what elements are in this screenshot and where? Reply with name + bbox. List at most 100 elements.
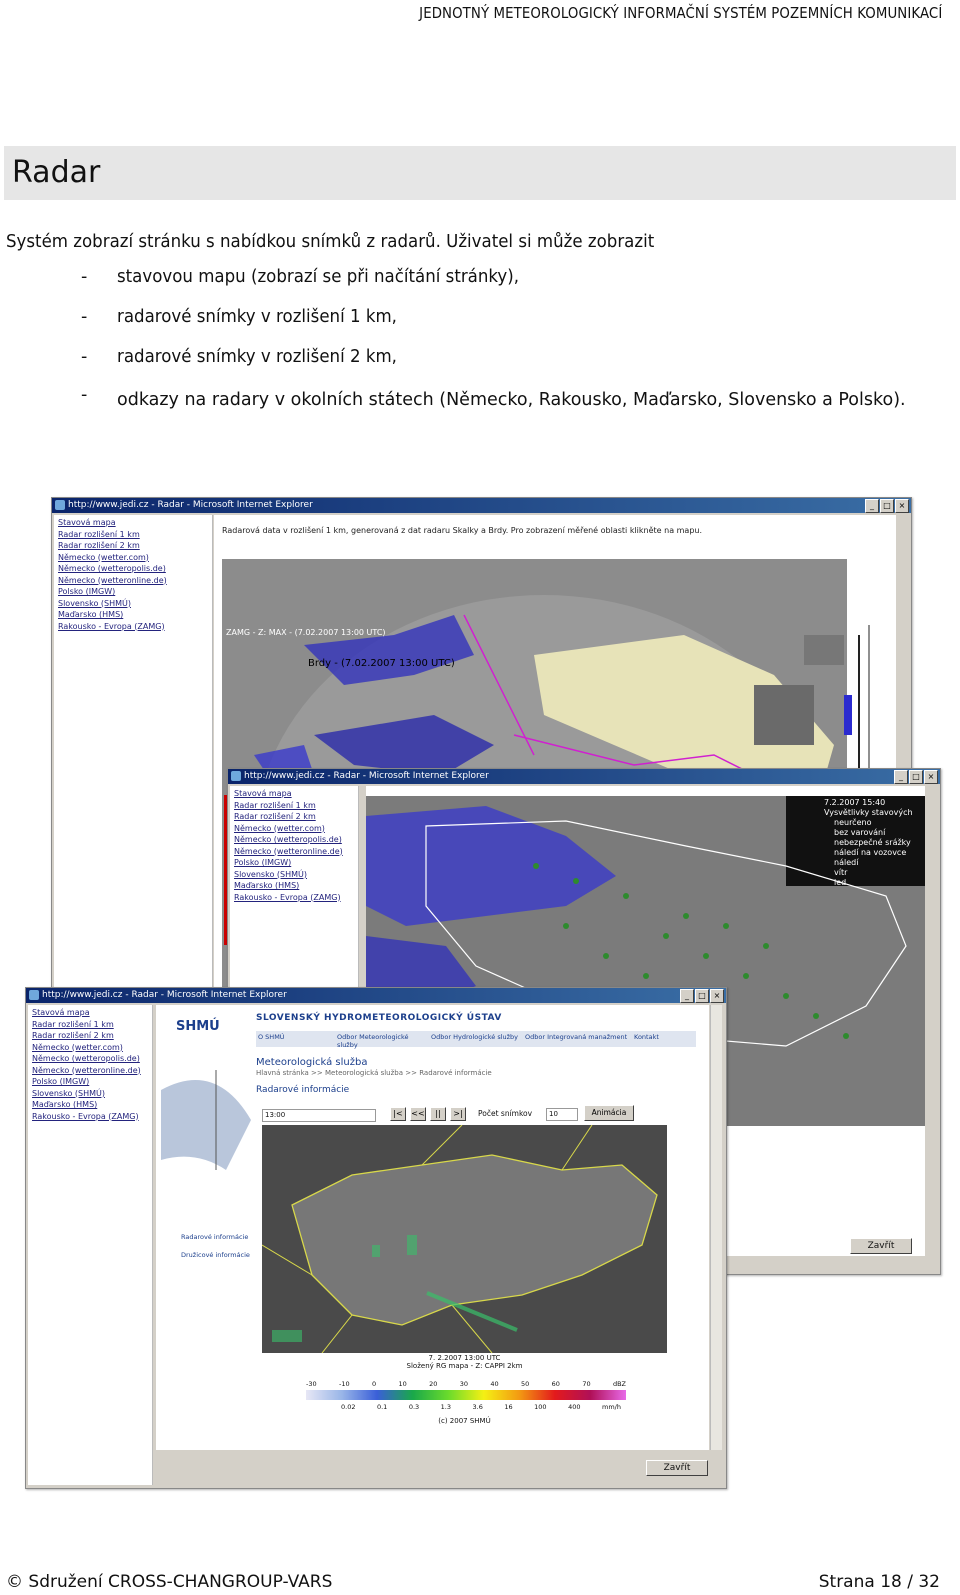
sidebar-link[interactable]: Slovensko (SHMÚ) xyxy=(234,869,354,881)
ie-icon xyxy=(231,771,241,781)
sidebar-link[interactable]: Rakousko - Evropa (ZAMG) xyxy=(58,621,208,633)
scale-label: 70 xyxy=(582,1380,591,1388)
shmu-logo: SHMÚ xyxy=(176,1019,220,1034)
frame-count-select[interactable]: 10 xyxy=(546,1108,578,1121)
color-scale-bar xyxy=(306,1390,626,1400)
sidebar-link[interactable]: Polsko (IMGW) xyxy=(234,857,354,869)
sidebar-link[interactable]: Stavová mapa xyxy=(58,517,208,529)
sidebar-link[interactable]: Radar rozlišení 1 km xyxy=(32,1019,148,1031)
close-window-button[interactable]: × xyxy=(710,989,724,1003)
scale-label: 20 xyxy=(429,1380,438,1388)
intro-paragraph: Systém zobrazí stránku s nabídkou snímků… xyxy=(6,232,655,252)
section-title: Radar xyxy=(12,155,101,190)
window-controls: _ □ × xyxy=(894,770,938,784)
section-heading-bar: Radar xyxy=(4,146,956,200)
sidebar-link[interactable]: Německo (wetteropolis.de) xyxy=(58,563,208,575)
service-title: Meteorologická služba xyxy=(256,1057,368,1068)
tab-o-shmu[interactable]: O SHMÚ xyxy=(256,1031,335,1047)
page-number: Strana 18 / 32 xyxy=(818,1572,940,1592)
sidebar-link[interactable]: Německo (wetter.com) xyxy=(58,552,208,564)
browser-window-front: http://www.jedi.cz - Radar - Microsoft I… xyxy=(25,987,727,1489)
sidebar-link[interactable]: Radar rozlišení 1 km xyxy=(234,800,354,812)
time-select[interactable]: 13:00 xyxy=(262,1109,376,1122)
animation-button[interactable]: Animácia xyxy=(584,1105,634,1121)
maximize-button[interactable]: □ xyxy=(880,499,894,513)
first-frame-button[interactable]: |< xyxy=(390,1107,406,1121)
sidebar-link[interactable]: Německo (wetteropolis.de) xyxy=(234,834,354,846)
antenna-illustration xyxy=(161,1070,251,1170)
sidebar-link[interactable]: Německo (wetteronline.de) xyxy=(32,1065,148,1077)
sidebar-link[interactable]: Německo (wetteronline.de) xyxy=(58,575,208,587)
close-window-button[interactable]: × xyxy=(895,499,909,513)
sidebar-link[interactable]: Maďarsko (HMS) xyxy=(234,880,354,892)
sidebar-link[interactable]: Německo (wetter.com) xyxy=(32,1042,148,1054)
pause-button[interactable]: || xyxy=(430,1107,446,1121)
legend-item: náledí na vozovce xyxy=(834,848,907,857)
sidebar-link[interactable]: Stavová mapa xyxy=(234,788,354,800)
sidebar-link[interactable]: Slovensko (SHMÚ) xyxy=(32,1088,148,1100)
scale-label: mm/h xyxy=(601,1403,621,1411)
sidebar-link[interactable]: Německo (wetter.com) xyxy=(234,823,354,835)
sidebar-link[interactable]: Radar rozlišení 2 km xyxy=(234,811,354,823)
bullet-dash: - xyxy=(81,385,88,405)
scale-label: 3.6 xyxy=(472,1403,483,1411)
sidebar-link[interactable]: Polsko (IMGW) xyxy=(32,1076,148,1088)
tab-integrated[interactable]: Odbor Integrovaná manažment xyxy=(523,1031,632,1047)
ie-icon xyxy=(55,500,65,510)
side-link-satellite[interactable]: Družicové informácie xyxy=(181,1251,250,1259)
tab-meteo[interactable]: Odbor Meteorologické služby xyxy=(335,1031,429,1049)
scale-label: 40 xyxy=(490,1380,499,1388)
scale-top-labels: -30 -10 0 10 20 30 40 50 60 70 dBZ xyxy=(306,1380,626,1388)
window-title: http://www.jedi.cz - Radar - Microsoft I… xyxy=(244,771,489,781)
frame-count-label: Počet snímkov xyxy=(478,1109,533,1118)
minimize-button[interactable]: _ xyxy=(680,989,694,1003)
minimize-button[interactable]: _ xyxy=(894,770,908,784)
close-window-button[interactable]: × xyxy=(924,770,938,784)
sidebar-link[interactable]: Radar rozlišení 2 km xyxy=(32,1030,148,1042)
shmu-page: SHMÚ SLOVENSKÝ HYDROMETEOROLOGICKÝ ÚSTAV… xyxy=(156,1005,709,1450)
animation-nav: |< << || >| xyxy=(390,1107,466,1121)
tab-hydro[interactable]: Odbor Hydrologické služby xyxy=(429,1031,523,1047)
footer-copyright: © Sdružení CROSS-CHANGROUP-VARS xyxy=(6,1572,333,1592)
shmu-title: SLOVENSKÝ HYDROMETEOROLOGICKÝ ÚSTAV xyxy=(256,1013,502,1023)
sidebar-link[interactable]: Rakousko - Evropa (ZAMG) xyxy=(32,1111,148,1123)
sidebar-link[interactable]: Radar rozlišení 1 km xyxy=(58,529,208,541)
scale-label: 1.3 xyxy=(440,1403,452,1411)
vertical-scrollbar[interactable] xyxy=(710,1005,722,1450)
sidebar-link[interactable]: Slovensko (SHMÚ) xyxy=(58,598,208,610)
list-item-text: radarové snímky v rozlišení 1 km, xyxy=(117,307,397,327)
maximize-button[interactable]: □ xyxy=(909,770,923,784)
list-item-text: radarové snímky v rozlišení 2 km, xyxy=(117,347,397,367)
sidebar-link[interactable]: Polsko (IMGW) xyxy=(58,586,208,598)
page-subtitle: Radarové informácie xyxy=(256,1085,350,1095)
caption-time: 7. 2.2007 13:00 UTC xyxy=(428,1354,501,1362)
shmu-tabs: O SHMÚ Odbor Meteorologické služby Odbor… xyxy=(256,1031,696,1049)
sidebar-link[interactable]: Rakousko - Evropa (ZAMG) xyxy=(234,892,354,904)
window-titlebar: http://www.jedi.cz - Radar - Microsoft I… xyxy=(228,769,940,784)
sidebar-link[interactable]: Radar rozlišení 2 km xyxy=(58,540,208,552)
prev-frame-button[interactable]: << xyxy=(410,1107,426,1121)
sidebar-link[interactable]: Maďarsko (HMS) xyxy=(32,1099,148,1111)
sidebar-link[interactable]: Německo (wetteropolis.de) xyxy=(32,1053,148,1065)
scale-label: 50 xyxy=(521,1380,530,1388)
scale-label: 30 xyxy=(459,1380,469,1388)
minimize-button[interactable]: _ xyxy=(865,499,879,513)
close-button[interactable]: Zavřít xyxy=(646,1460,708,1476)
maximize-button[interactable]: □ xyxy=(695,989,709,1003)
sidebar-link[interactable]: Německo (wetteronline.de) xyxy=(234,846,354,858)
sidebar-link[interactable]: Stavová mapa xyxy=(32,1007,148,1019)
window-controls: _ □ × xyxy=(865,499,909,513)
side-link-radar[interactable]: Radarové informácie xyxy=(181,1233,248,1241)
legend-item: neurčeno xyxy=(834,818,872,827)
last-frame-button[interactable]: >| xyxy=(450,1107,466,1121)
scale-label: 400 xyxy=(568,1403,581,1411)
window-titlebar: http://www.jedi.cz - Radar - Microsoft I… xyxy=(26,988,726,1003)
tab-contact[interactable]: Kontakt xyxy=(632,1031,696,1047)
ie-icon xyxy=(29,990,39,1000)
copyright-text: (c) 2007 SHMÚ xyxy=(438,1417,491,1425)
sidebar-link[interactable]: Maďarsko (HMS) xyxy=(58,609,208,621)
scale-label: 10 xyxy=(398,1380,407,1388)
scale-label: 0.3 xyxy=(408,1403,420,1411)
legend-time: 7.2.2007 15:40 xyxy=(824,798,886,807)
close-button[interactable]: Zavřít xyxy=(850,1238,912,1254)
